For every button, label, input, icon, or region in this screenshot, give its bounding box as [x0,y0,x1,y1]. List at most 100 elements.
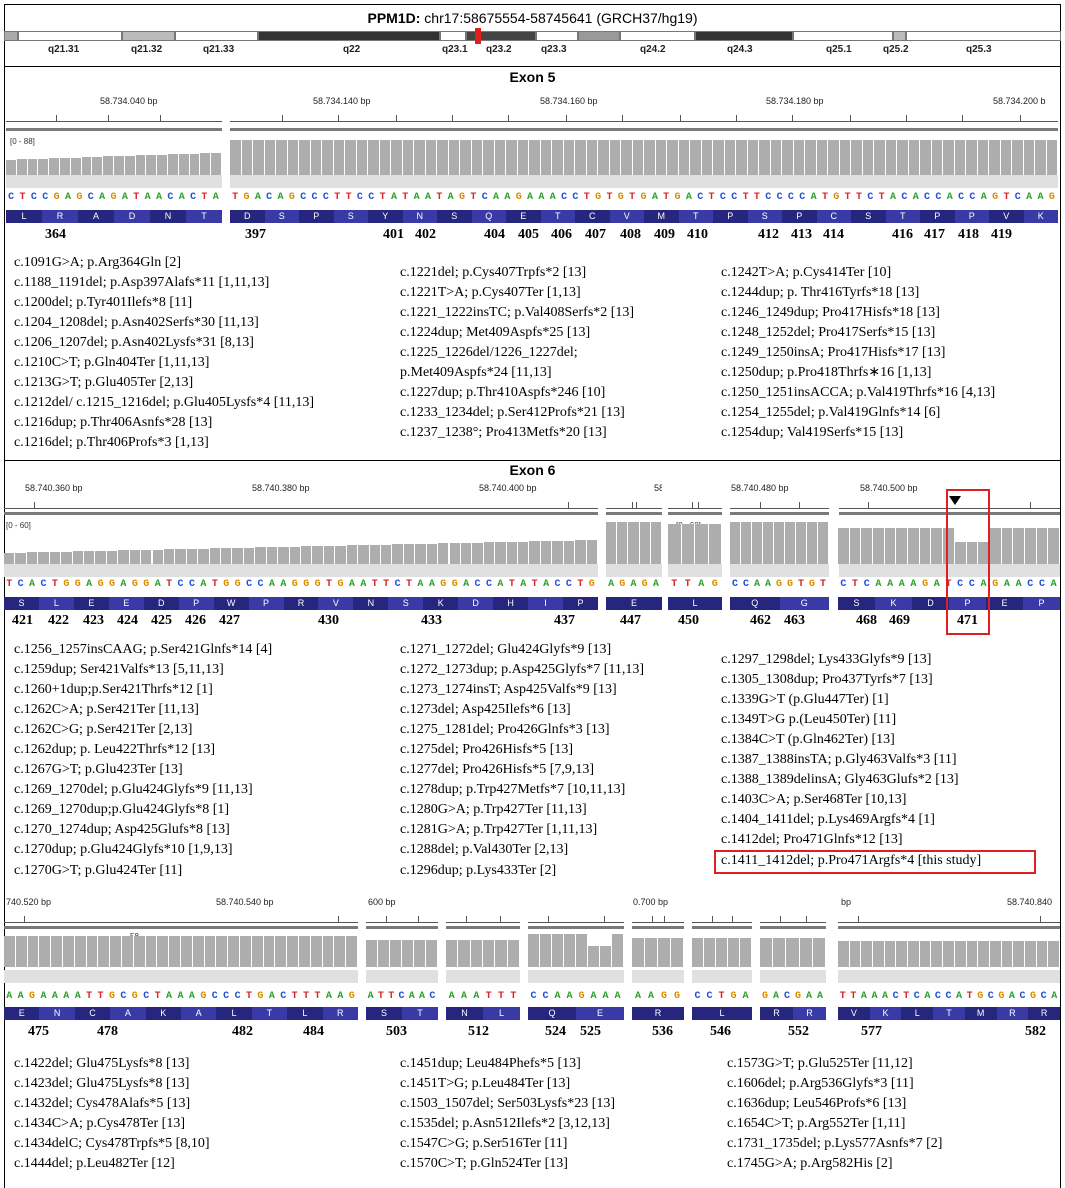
variant-entry: c.1200del; p.Tyr401Ilefs*8 [11] [14,295,193,311]
ruler-tick [850,115,851,121]
coverage-bar [564,933,576,967]
nucleotide-sequence: ATTCAAC [366,991,438,1003]
panel-gap [752,893,760,1028]
nucleotide: A [424,192,432,203]
nucleotide: C [177,579,185,590]
exon5-variants-col1: c.1091G>A; p.Arg364Gln [2] c.1188_1191del… [14,253,314,453]
nucleotide: G [337,579,345,590]
nucleotide: T [470,192,478,203]
ideogram-band [906,31,1061,41]
variant-entry: c.1388_1389delinsA; Gly463Glufs*2 [13] [721,772,959,788]
coverage-bar [4,935,16,967]
amino-acid-track: LRADNT [6,210,222,223]
coverage-bar [333,139,345,175]
coverage-bar [49,551,62,564]
coverage-bar [1013,528,1025,564]
nucleotide: T [839,991,847,1002]
amino-acid: K [1023,210,1058,223]
nucleotide: G [131,579,139,590]
codon-number: 525 [580,1024,601,1039]
coverage-bar [518,541,530,564]
coverage-bar [644,139,656,175]
coverage-bar [287,935,299,967]
coverage-bar [299,935,311,967]
coverage-bar [609,139,621,175]
codon-number: 413 [791,227,812,242]
nucleotide: C [913,991,921,1002]
amino-acid: L [216,1007,252,1020]
coverage-bar [586,540,598,564]
coverage-bar [81,157,93,175]
amino-acid: S [437,210,472,223]
nucleotide: C [863,579,871,590]
coverage-track [668,520,722,564]
ruler-line [606,508,662,509]
coverage-bar [839,139,851,175]
track-divider [366,926,438,929]
coverage-bar [16,159,28,175]
ruler-line [4,508,598,509]
nucleotide: C [731,192,739,203]
amino-acid: S [4,597,39,610]
nucleotide: T [531,579,539,590]
variant-entry: c.1403C>A; p.Ser468Ter [10,13] [721,792,907,808]
coverage-bar [369,544,381,564]
ruler-tick [732,916,733,922]
ruler-tick [508,115,509,121]
nucleotide: G [143,579,151,590]
ruler-line [6,121,222,122]
coverage-bar [586,139,598,175]
codon-number: 401 [383,227,404,242]
coverage-bar [221,548,233,564]
ruler-line [446,922,520,923]
exon6b-variants-col1: c.1422del; Glu475Lysfs*8 [13] c.1423del; … [14,1054,210,1174]
amino-acid: Q [528,1007,576,1020]
nucleotide: T [497,991,505,1002]
nucleotide: T [510,991,518,1002]
nucleotide: A [871,991,879,1002]
coverage-bar [563,139,575,175]
nucleotide: A [188,991,196,1002]
nucleotide: A [772,991,780,1002]
variant-entry: c.1349T>G p.(Leu450Ter) [11] [721,712,897,728]
variant-entry: c.1269_1270del; p.Glu424Glyfs*9 [11,13] [14,782,253,798]
nucleotide: C [257,579,265,590]
ideogram-band [536,31,578,41]
highlight-position-box [946,489,990,635]
coverage-bar [345,139,357,175]
nucleotide: T [485,991,493,1002]
nucleotide: A [647,991,655,1002]
amino-acid: L [6,210,42,223]
coverage-bar [678,139,690,175]
codon-number: 484 [303,1024,324,1039]
nucleotide: T [1003,192,1011,203]
read-track [366,970,438,983]
track-divider [4,926,358,929]
nucleotide: A [1026,192,1034,203]
codon-number: 412 [758,227,779,242]
nucleotide: A [816,991,824,1002]
coverage-bar [782,139,794,175]
nucleotide: A [549,192,557,203]
nucleotide: A [924,991,932,1002]
ideogram-band [893,31,906,41]
coverage-bar [695,524,709,564]
coverage-bar [799,937,813,967]
nucleotide: C [530,991,538,1002]
coverage-bar [552,540,564,564]
nucleotide: A [51,991,59,1002]
nucleotide: C [398,991,406,1002]
coverage-bar [124,155,136,175]
nucleotide: C [799,192,807,203]
ruler-label: bp [841,897,852,907]
nucleotide: C [481,192,489,203]
coverage-bar [759,139,771,175]
amino-acid: E [73,597,109,610]
coverage-bar [122,935,134,967]
nucleotide: T [245,991,253,1002]
nucleotide: A [268,991,276,1002]
nucleotide: T [436,192,444,203]
variant-entry: c.1227dup; p.Thr410Aspfs*246 [10] [400,385,606,401]
nucleotide: G [617,192,625,203]
codon-number: 404 [484,227,505,242]
